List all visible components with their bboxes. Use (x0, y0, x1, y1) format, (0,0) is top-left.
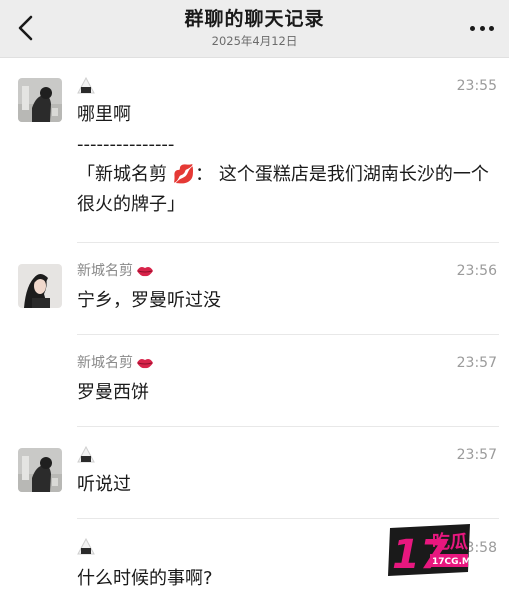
onigiri-icon (77, 77, 95, 94)
quoted-message-cont: 很火的牌子」 (77, 194, 185, 215)
watermark-cn: 吃瓜 (432, 531, 468, 553)
message-item: 23:55 哪里啊 --------------- 「新城名剪 💋： 这个蛋糕店… (0, 74, 509, 244)
message-time: 23:55 (456, 78, 497, 94)
message-line: 听说过 (77, 474, 131, 495)
message-content: 宁乡，罗曼听过没 (77, 286, 495, 316)
message-time: 23:56 (456, 263, 497, 279)
page-title: 群聊的聊天记录 (184, 8, 325, 30)
divider (77, 426, 499, 427)
sender-name (77, 77, 98, 95)
sender-name: 新城名剪 (77, 353, 154, 373)
message-line: 宁乡，罗曼听过没 (77, 290, 221, 311)
avatar[interactable] (18, 264, 62, 308)
message-item: 新城名剪 23:56 宁乡，罗曼听过没 (0, 258, 509, 336)
divider (77, 242, 499, 243)
sender-name (77, 538, 98, 556)
more-button[interactable] (467, 14, 497, 42)
onigiri-icon (77, 446, 95, 463)
lips-icon (137, 359, 153, 369)
message-content: 哪里啊 --------------- 「新城名剪 💋： 这个蛋糕店是我们湖南长… (77, 100, 495, 220)
lips-icon (137, 267, 153, 277)
quoted-message: 「新城名剪 💋： 这个蛋糕店是我们湖南长沙的一个 (77, 164, 489, 185)
message-time: 23:57 (456, 447, 497, 463)
top-bar: 群聊的聊天记录 2025年4月12日 (0, 0, 509, 58)
avatar[interactable] (18, 448, 62, 492)
more-dots-icon (470, 25, 475, 31)
watermark-logo: 17 吃瓜 17CG.ME (386, 522, 477, 578)
watermark-domain: 17CG.ME (432, 557, 472, 567)
quote-separator: --------------- (77, 134, 175, 155)
avatar[interactable] (18, 78, 62, 122)
message-content: 罗曼西饼 (77, 378, 495, 408)
message-item: 23:57 听说过 (0, 442, 509, 520)
divider (77, 518, 499, 519)
divider (77, 334, 499, 335)
sender-name: 新城名剪 (77, 261, 154, 281)
message-item: 新城名剪 23:57 罗曼西饼 (0, 350, 509, 428)
sender-name (77, 446, 98, 464)
message-time: 23:57 (456, 355, 497, 371)
page-date: 2025年4月12日 (211, 34, 298, 48)
message-line: 罗曼西饼 (77, 382, 149, 403)
message-content: 听说过 (77, 470, 495, 500)
message-line: 哪里啊 (77, 104, 131, 125)
title-block: 群聊的聊天记录 2025年4月12日 (0, 7, 509, 49)
onigiri-icon (77, 538, 95, 555)
